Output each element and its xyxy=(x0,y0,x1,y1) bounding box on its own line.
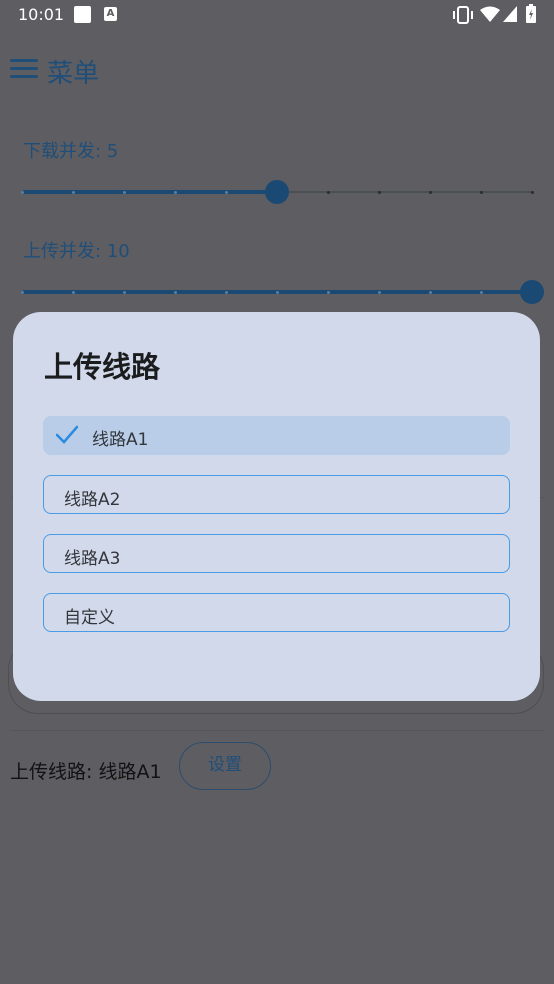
slider-tick xyxy=(224,290,228,294)
slider-tick xyxy=(377,290,381,294)
slider-tick xyxy=(326,190,330,194)
route-option-a2[interactable]: 线路A2 xyxy=(43,475,510,514)
route-option-a3[interactable]: 线路A3 xyxy=(43,534,510,573)
dialog-title: 上传线路 xyxy=(44,350,161,384)
slider-tick xyxy=(275,290,279,294)
slider-thumb[interactable] xyxy=(265,180,289,204)
route-option-label: 线路A1 xyxy=(92,430,149,450)
route-option-label: 自定义 xyxy=(64,608,115,628)
slider-tick xyxy=(71,190,75,194)
slider-tick xyxy=(479,190,483,194)
hamburger-menu-icon[interactable] xyxy=(10,58,38,80)
slider-tick xyxy=(224,190,228,194)
slider-tick xyxy=(428,190,432,194)
route-option-label: 线路A3 xyxy=(64,549,121,569)
slider-tick xyxy=(20,190,24,194)
slider-tick xyxy=(530,190,534,194)
check-icon xyxy=(56,425,78,444)
slider-thumb[interactable] xyxy=(520,280,544,304)
battery-icon xyxy=(526,4,536,23)
route-option-custom[interactable]: 自定义 xyxy=(43,593,510,632)
notification-a-icon: A xyxy=(104,7,117,21)
signal-icon xyxy=(503,6,517,22)
slider-tick xyxy=(71,290,75,294)
wifi-icon xyxy=(480,6,500,22)
slider-tick xyxy=(122,290,126,294)
slider-tick xyxy=(20,290,24,294)
menu-title[interactable]: 菜单 xyxy=(47,53,99,90)
slider-track-active xyxy=(22,190,277,194)
notification-square-icon xyxy=(74,6,91,23)
slider-tick xyxy=(173,290,177,294)
slider-tick xyxy=(428,290,432,294)
upload-route-status: 上传线路: 线路A1 xyxy=(10,761,162,783)
set-button[interactable]: 设置 xyxy=(179,742,271,790)
upload-concurrency-label: 上传并发: 10 xyxy=(23,241,130,262)
slider-tick xyxy=(122,190,126,194)
status-time: 10:01 xyxy=(18,5,65,24)
download-concurrency-slider[interactable] xyxy=(20,180,534,204)
download-concurrency-label: 下载并发: 5 xyxy=(23,141,119,162)
upload-concurrency-slider[interactable] xyxy=(20,280,544,304)
route-option-label: 线路A2 xyxy=(64,490,121,510)
divider xyxy=(10,730,544,731)
status-bar: 10:01 A xyxy=(0,0,554,32)
route-option-a1[interactable]: 线路A1 xyxy=(43,416,510,455)
slider-tick xyxy=(479,290,483,294)
slider-tick xyxy=(377,190,381,194)
slider-tick xyxy=(326,290,330,294)
slider-tick xyxy=(173,190,177,194)
vibrate-icon xyxy=(453,6,473,24)
